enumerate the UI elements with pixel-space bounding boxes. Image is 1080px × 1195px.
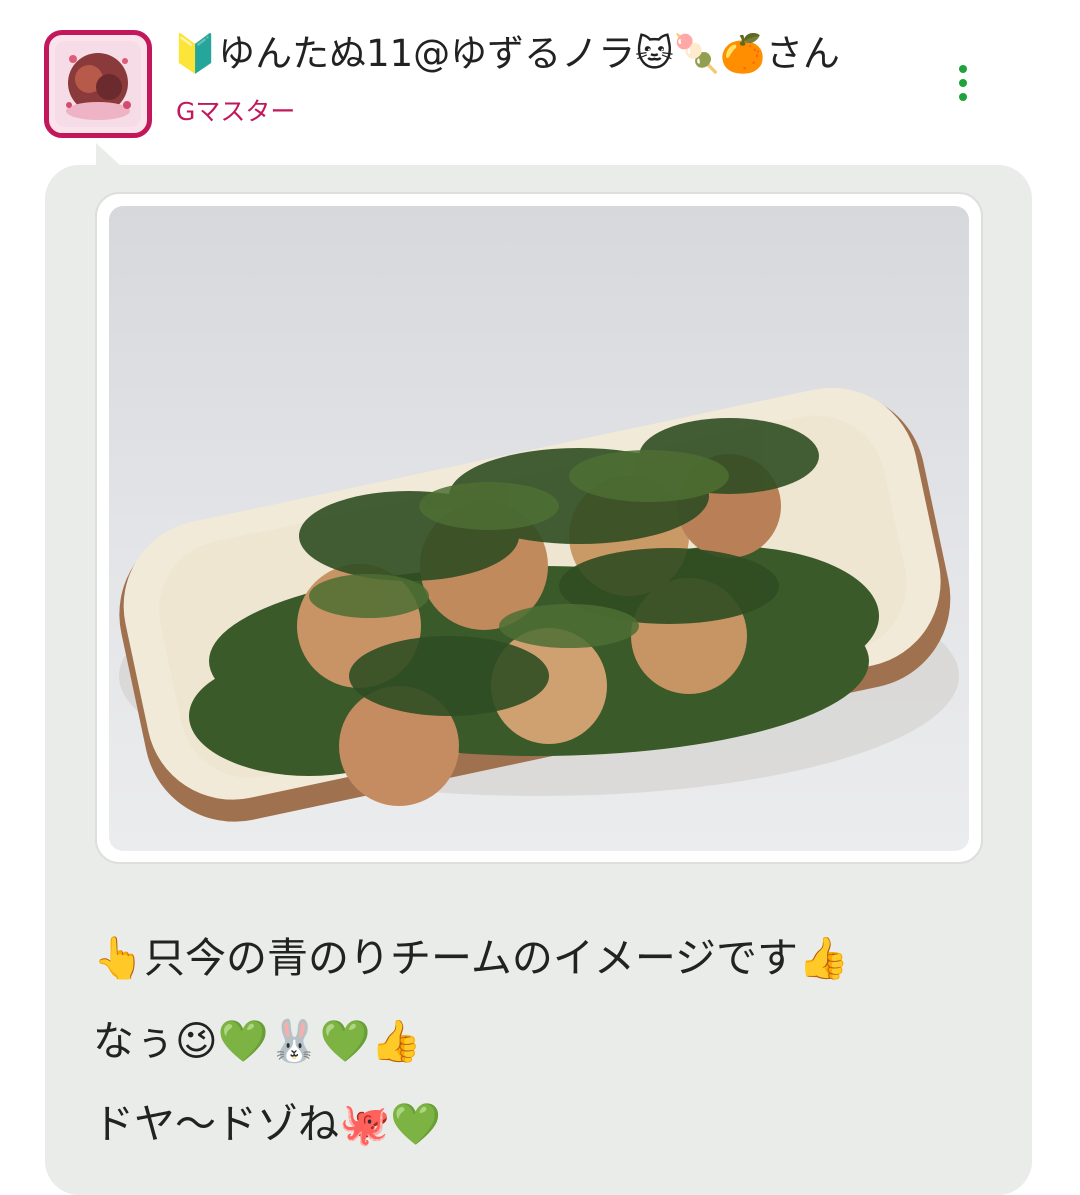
photo-card[interactable] — [95, 192, 983, 864]
post-caption: 👆只今の青のりチームのイメージです👍 なぅ😉💚🐰💚👍 ドヤ〜ドゾね🐙💚 — [93, 922, 993, 1171]
author-rank-badge: Gマスター — [176, 97, 296, 126]
post-header: 🔰ゆんたぬ11@ゆずるノラ🐱🍡🍊さん Gマスター — [0, 0, 1080, 165]
post-photo[interactable] — [109, 206, 969, 851]
caption-line: ドヤ〜ドゾね🐙💚 — [93, 1100, 442, 1148]
more-vert-icon[interactable] — [940, 55, 986, 111]
avatar-image — [55, 41, 141, 127]
author-name[interactable]: 🔰ゆんたぬ11@ゆずるノラ🐱🍡🍊さん — [172, 26, 840, 82]
avatar[interactable] — [44, 30, 152, 138]
caption-line: 👆只今の青のりチームのイメージです👍 — [93, 934, 850, 982]
bubble-tail — [96, 143, 122, 167]
caption-line: なぅ😉💚🐰💚👍 — [93, 1017, 422, 1065]
